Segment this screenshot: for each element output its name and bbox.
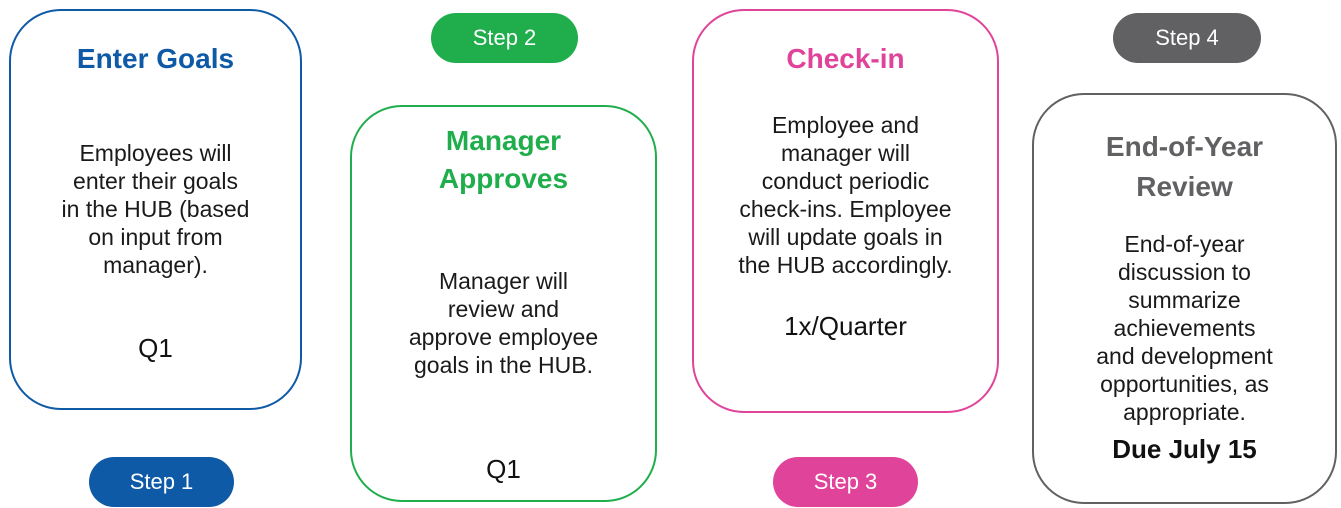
step-3-timing: 1x/Quarter — [784, 311, 907, 341]
step-2-pill: Step 2 — [431, 13, 578, 63]
step-2-title: Manager Approves — [438, 125, 569, 194]
step-1-description: Employees will enter their goals in the … — [61, 140, 250, 278]
step-2-timing: Q1 — [486, 454, 521, 484]
step-1-title: Enter Goals — [76, 43, 235, 74]
step-1-card: Enter Goals Employees will enter their g… — [9, 9, 302, 410]
step-4-timing: Due July 15 — [1112, 434, 1257, 464]
step-2-description: Manager will review and approve employee… — [408, 268, 599, 378]
step-3-title: Check-in — [786, 43, 905, 74]
step-4-title: End-of-Year Review — [1105, 131, 1264, 202]
step-3-description: Employee and manager will conduct period… — [738, 112, 953, 278]
step-4-pill: Step 4 — [1113, 13, 1261, 63]
step-3-card: Check-in Employee and manager will condu… — [692, 9, 999, 413]
step-1-pill: Step 1 — [89, 457, 234, 507]
step-3-pill: Step 3 — [773, 457, 918, 507]
step-4-card: End-of-Year Review End-of-year discussio… — [1032, 93, 1337, 504]
step-4-description: End-of-year discussion to summarize achi… — [1096, 231, 1273, 425]
step-2-card: Manager Approves Manager will review and… — [350, 105, 657, 502]
step-1-timing: Q1 — [138, 333, 173, 363]
